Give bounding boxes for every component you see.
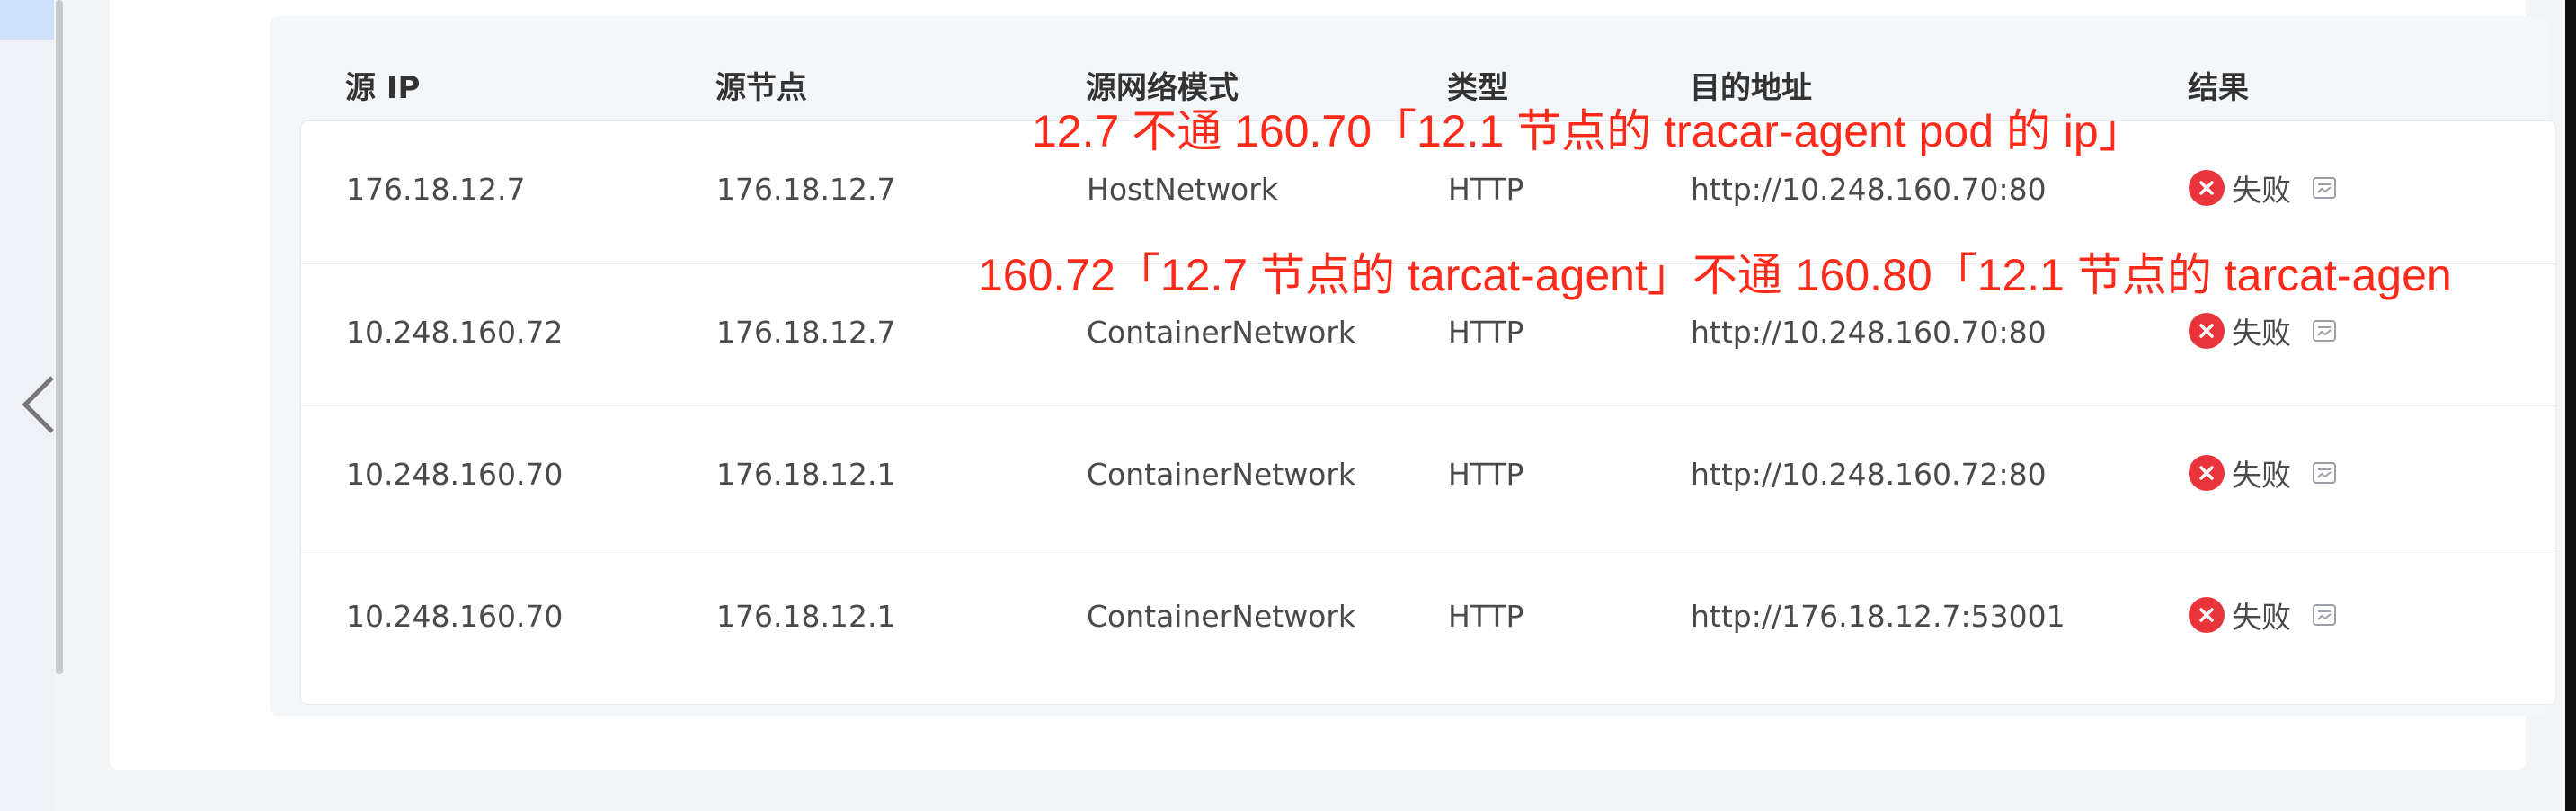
cell-result: 失败 [2189, 593, 2338, 637]
document-icon[interactable] [2311, 602, 2338, 628]
cell-dest: http://176.18.12.7:53001 [1691, 599, 2065, 634]
left-scrollbar[interactable] [56, 0, 63, 674]
cell-type: HTTP [1448, 315, 1524, 350]
prev-arrow-button[interactable] [16, 360, 61, 450]
sidebar-selected-item[interactable] [0, 0, 54, 40]
cell-network-mode: ContainerNetwork [1087, 457, 1356, 492]
result-text: 失败 [2232, 458, 2291, 493]
cell-dest: http://10.248.160.70:80 [1691, 172, 2047, 207]
cell-dest: http://10.248.160.70:80 [1691, 315, 2047, 350]
table-body: 176.18.12.7 176.18.12.7 HostNetwork HTTP… [300, 120, 2556, 705]
cell-src-ip: 176.18.12.7 [346, 172, 526, 207]
cell-result: 失败 [2189, 451, 2338, 495]
document-icon[interactable] [2311, 317, 2338, 344]
cell-result: 失败 [2189, 309, 2338, 352]
cell-network-mode: HostNetwork [1087, 172, 1278, 207]
close-circle-icon [2189, 455, 2225, 491]
cell-src-node: 176.18.12.1 [716, 457, 896, 492]
document-icon[interactable] [2311, 174, 2338, 201]
close-circle-icon [2189, 597, 2225, 633]
result-text: 失败 [2232, 173, 2291, 208]
header-result: 结果 [2188, 70, 2249, 106]
window-edge [2565, 0, 2576, 811]
cell-src-node: 176.18.12.7 [716, 315, 896, 350]
cell-dest: http://10.248.160.72:80 [1691, 457, 2047, 492]
cell-src-ip: 10.248.160.70 [346, 457, 564, 492]
cell-network-mode: ContainerNetwork [1087, 599, 1356, 634]
cell-result: 失败 [2189, 166, 2338, 209]
cell-src-ip: 10.248.160.70 [346, 599, 564, 634]
chevron-left-icon [22, 376, 54, 433]
header-src-node: 源节点 [715, 70, 807, 106]
cell-src-node: 176.18.12.7 [716, 172, 896, 207]
cell-type: HTTP [1448, 457, 1524, 492]
document-icon[interactable] [2311, 459, 2338, 486]
cell-network-mode: ContainerNetwork [1087, 315, 1356, 350]
cell-type: HTTP [1448, 172, 1524, 207]
header-src-ip: 源 IP [345, 70, 421, 106]
cell-src-node: 176.18.12.1 [716, 599, 896, 634]
table-row: 10.248.160.70 176.18.12.1 ContainerNetwo… [301, 548, 2555, 691]
annotation-line-2: 160.72「12.7 节点的 tarcat-agent」不通 160.80「1… [978, 250, 2452, 300]
result-text: 失败 [2232, 316, 2291, 351]
close-circle-icon [2189, 170, 2225, 206]
table-row: 10.248.160.70 176.18.12.1 ContainerNetwo… [301, 406, 2555, 548]
close-circle-icon [2189, 313, 2225, 349]
annotation-line-1: 12.7 不通 160.70「12.1 节点的 tracar-agent pod… [1032, 106, 2144, 156]
result-text: 失败 [2232, 600, 2291, 635]
cell-type: HTTP [1448, 599, 1524, 634]
cell-src-ip: 10.248.160.72 [346, 315, 564, 350]
